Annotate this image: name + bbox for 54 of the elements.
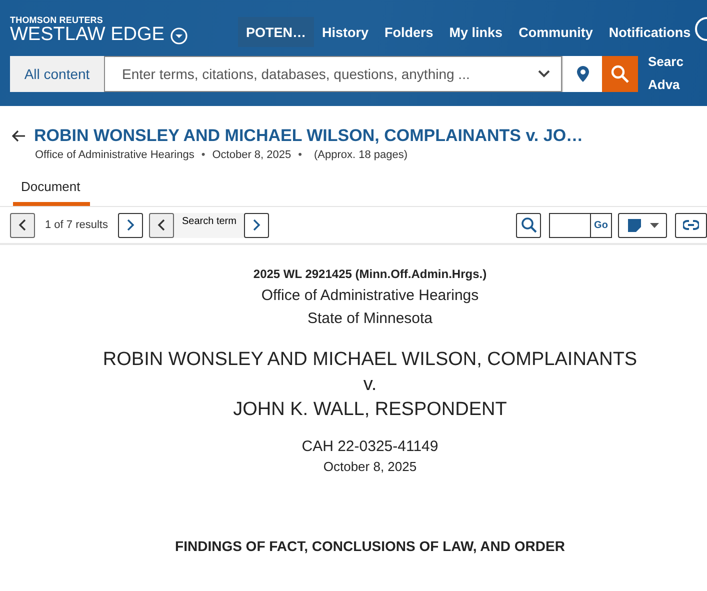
section-heading: FINDINGS OF FACT, CONCLUSIONS OF LAW, AND ORDER: [175, 538, 565, 554]
result-count: 1 of 7 results: [45, 219, 108, 231]
case-parties: v.: [363, 373, 377, 397]
search-icon: [611, 65, 629, 83]
nav-tab[interactable]: POTEN…: [238, 17, 314, 47]
nav-tab[interactable]: Community: [510, 17, 601, 47]
state-name: State of Minnesota: [307, 310, 433, 327]
link-icon: [683, 220, 699, 230]
brand-subtitle: THOMSON REUTERS: [10, 15, 104, 25]
docket-number: CAH 22-0325-41149: [302, 438, 438, 455]
link-button[interactable]: [675, 212, 707, 238]
nav-tab[interactable]: Notifications: [600, 17, 699, 47]
case-parties: JOHN K. WALL, RESPONDENT: [233, 398, 507, 422]
document-tab[interactable]: Document: [13, 179, 90, 206]
header-link[interactable]: Adva: [648, 77, 684, 92]
location-button[interactable]: [562, 56, 602, 92]
search-within-button[interactable]: [516, 212, 541, 238]
brand-name: WESTLAW EDGE: [10, 25, 164, 45]
chevron-left-icon: [18, 219, 27, 231]
dropdown-icon[interactable]: [170, 27, 188, 45]
search-box[interactable]: Enter terms, citations, databases, questions, anything ...: [104, 56, 562, 92]
document-title: ROBIN WONSLEY AND MICHAEL WILSON, COMPLAINANTS v. JO…: [34, 126, 584, 146]
nav-tab[interactable]: Folders: [376, 17, 442, 47]
search-field[interactable]: Enter terms, citations, databases, questions, anything ...: [120, 65, 537, 83]
search-button[interactable]: [602, 56, 638, 92]
document-meta: October 8, 2025: [212, 149, 292, 161]
header-link[interactable]: Searc: [648, 54, 684, 69]
document-meta: (Approx. 18 pages): [314, 149, 408, 161]
search-icon: [520, 217, 536, 233]
search-term-label: Search term: [174, 212, 244, 238]
document-meta: Office of Administrative Hearings: [35, 149, 194, 161]
previous-result-button[interactable]: [10, 212, 35, 238]
citation: 2025 WL 2921425 (Minn.Off.Admin.Hrgs.): [253, 267, 487, 281]
page-box[interactable]: Go: [549, 212, 612, 238]
content-scope-button[interactable]: All content: [10, 56, 104, 92]
nav-tab[interactable]: History: [314, 17, 377, 47]
annotation-button[interactable]: [618, 212, 667, 238]
location-pin-icon: [576, 66, 588, 82]
chevron-right-icon: [252, 219, 262, 231]
next-result-button[interactable]: [118, 212, 143, 238]
document-date: October 8, 2025: [323, 459, 417, 474]
chevron-down-icon[interactable]: [537, 69, 551, 79]
previous-term-button[interactable]: [148, 212, 174, 238]
separator-dot: •: [201, 149, 206, 161]
court-name: Office of Administrative Hearings: [261, 287, 479, 304]
nav-tab[interactable]: My links: [441, 17, 511, 47]
note-icon: [626, 218, 642, 232]
case-parties: ROBIN WONSLEY AND MICHAEL WILSON, COMPLAINANTS: [102, 348, 638, 372]
chevron-right-icon: [126, 219, 135, 231]
back-arrow-icon[interactable]: [12, 130, 26, 142]
chevron-left-icon: [156, 219, 166, 231]
separator-dot: •: [298, 149, 302, 161]
next-term-button[interactable]: [244, 212, 270, 238]
caret-icon: [650, 222, 658, 228]
